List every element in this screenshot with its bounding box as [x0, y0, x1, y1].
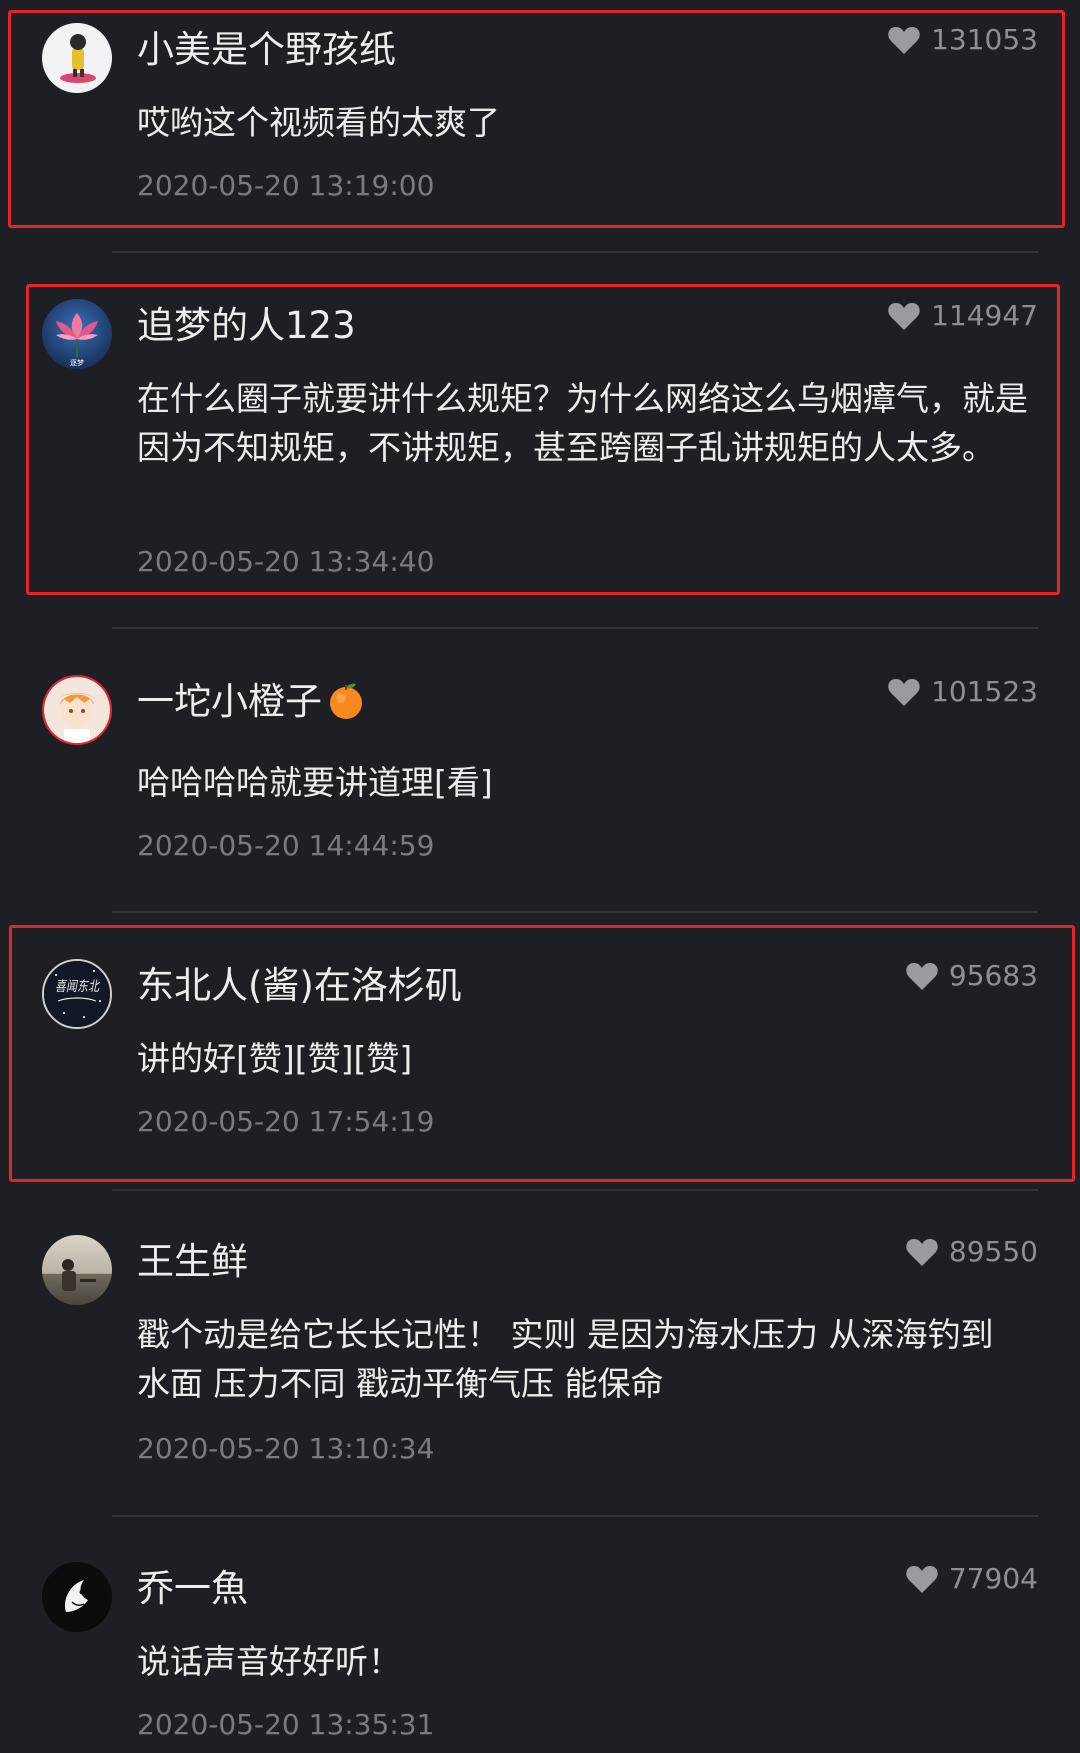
like-button[interactable]: 101523 [887, 674, 1038, 710]
username[interactable]: 乔一魚 [137, 1564, 248, 1614]
divider [112, 911, 1038, 913]
heart-icon [905, 961, 939, 991]
comment-item: 一坨小橙子 101523 哈哈哈哈就要讲道理[看] 2020-05-20 14:… [0, 652, 1080, 907]
comment-time: 2020-05-20 13:35:31 [137, 1708, 435, 1741]
comment-time: 2020-05-20 14:44:59 [137, 829, 435, 862]
divider [112, 1189, 1038, 1191]
like-count: 77904 [948, 1562, 1038, 1595]
avatar[interactable] [42, 23, 112, 93]
avatar[interactable]: 喜闻东北 [42, 959, 112, 1029]
like-button[interactable]: 114947 [887, 298, 1038, 334]
comment-text: 在什么圈子就要讲什么规矩？为什么网络这么乌烟瘴气，就是因为不知规矩，不讲规矩，甚… [137, 379, 1028, 467]
avatar-text: 逐梦 [70, 359, 84, 367]
like-count: 101523 [931, 675, 1038, 708]
heart-icon [887, 25, 921, 55]
like-count: 114947 [931, 299, 1038, 332]
orange-emoji-icon [326, 680, 366, 720]
avatar[interactable] [42, 1562, 112, 1632]
like-count: 95683 [948, 959, 1038, 992]
comment-time: 2020-05-20 17:54:19 [137, 1105, 435, 1138]
username[interactable]: 王生鲜 [137, 1237, 248, 1287]
comment-text: 讲的好[赞][赞][赞] [137, 1039, 413, 1078]
comment-time: 2020-05-20 13:10:34 [137, 1432, 435, 1465]
comment-item: 小美是个野孩纸 131053 哎哟这个视频看的太爽了 2020-05-20 13… [0, 0, 1080, 230]
like-count: 131053 [931, 23, 1038, 56]
avatar[interactable]: 逐梦 [42, 299, 112, 369]
heart-icon [887, 301, 921, 331]
divider [112, 251, 1038, 253]
heart-icon [887, 677, 921, 707]
username[interactable]: 追梦的人123 [137, 301, 356, 351]
comment-time: 2020-05-20 13:19:00 [137, 169, 435, 202]
comment-text: 戳个动是给它长长记性！ 实则 是因为海水压力 从深海钓到水面 压力不同 戳动平衡… [137, 1315, 994, 1403]
username-text: 一坨小橙子 [137, 680, 322, 723]
username[interactable]: 东北人(酱)在洛杉矶 [137, 961, 462, 1011]
divider [112, 627, 1038, 629]
avatar[interactable] [42, 675, 112, 745]
heart-icon [905, 1237, 939, 1267]
comment-item: 逐梦 追梦的人123 114947 在什么圈子就要讲什么规矩？为什么网络这么乌烟… [0, 276, 1080, 616]
avatar-text: 喜闻东北 [55, 979, 101, 995]
username[interactable]: 一坨小橙子 [137, 677, 366, 727]
like-button[interactable]: 131053 [887, 22, 1038, 58]
avatar[interactable] [42, 1235, 112, 1305]
like-button[interactable]: 95683 [905, 958, 1038, 994]
comment-text: 哈哈哈哈就要讲道理[看] [137, 763, 493, 802]
like-count: 89550 [948, 1235, 1038, 1268]
comment-item: 乔一魚 77904 说话声音好好听！ 2020-05-20 13:35:31 [0, 1539, 1080, 1753]
heart-icon [905, 1564, 939, 1594]
like-button[interactable]: 77904 [905, 1561, 1038, 1597]
username[interactable]: 小美是个野孩纸 [137, 25, 396, 75]
comment-text: 说话声音好好听！ [137, 1642, 401, 1681]
comment-item: 王生鲜 89550 戳个动是给它长长记性！ 实则 是因为海水压力 从深海钓到水面… [0, 1212, 1080, 1502]
comment-text: 哎哟这个视频看的太爽了 [137, 103, 500, 142]
like-button[interactable]: 89550 [905, 1234, 1038, 1270]
comment-time: 2020-05-20 13:34:40 [137, 545, 435, 578]
comment-item: 喜闻东北 东北人(酱)在洛杉矶 95683 讲的好[赞][赞][赞] 2020-… [0, 936, 1080, 1176]
divider [112, 1515, 1038, 1517]
